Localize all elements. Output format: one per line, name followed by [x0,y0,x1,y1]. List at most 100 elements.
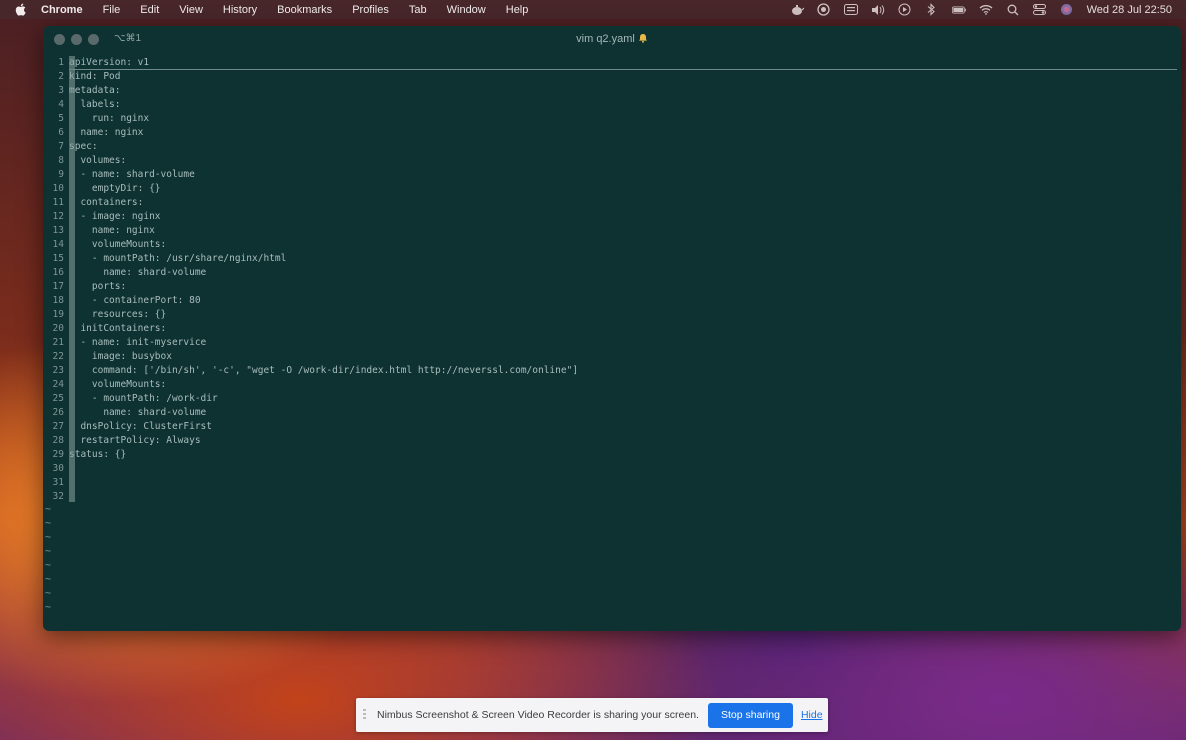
empty-line-markers: ~ ~ ~ ~ ~ ~ ~ ~ [45,503,51,615]
line-number: 8 [58,155,64,166]
line-text: - name: shard-volume [69,169,195,180]
window-titlebar[interactable]: ⌥⌘1 vim q2.yaml [43,26,1181,54]
menu-history[interactable]: History [223,4,257,16]
line-number: 16 [52,267,64,278]
editor-line[interactable]: 18 - containerPort: 80 [43,294,1181,308]
bluetooth-icon[interactable] [925,3,939,17]
menu-clock[interactable]: Wed 28 Jul 22:50 [1087,4,1172,16]
line-text: restartPolicy: Always [69,435,201,446]
menu-tab[interactable]: Tab [409,4,427,16]
editor-line[interactable]: 30 [43,462,1181,476]
editor-line[interactable]: 12 - image: nginx [43,210,1181,224]
editor-line[interactable]: 15 - mountPath: /usr/share/nginx/html [43,252,1181,266]
editor-line[interactable]: 21 - name: init-myservice [43,336,1181,350]
line-number: 23 [52,365,64,376]
editor-line[interactable]: 9 - name: shard-volume [43,168,1181,182]
editor-line[interactable]: 4 labels: [43,98,1181,112]
editor-line[interactable]: 28 restartPolicy: Always [43,434,1181,448]
editor-line[interactable]: 22 image: busybox [43,350,1181,364]
wifi-icon[interactable] [979,3,993,17]
editor-line[interactable]: 7 spec: [43,140,1181,154]
line-number: 10 [52,183,64,194]
line-text: volumes: [69,155,127,166]
screen-share-icon[interactable] [843,3,858,17]
search-icon[interactable] [1006,3,1020,17]
editor-line[interactable]: 3 metadata: [43,84,1181,98]
line-number: 31 [52,477,64,488]
volume-icon[interactable] [871,3,885,17]
editor-line[interactable]: 2 kind: Pod [43,70,1181,84]
line-text: - image: nginx [69,211,161,222]
line-number: 28 [52,435,64,446]
line-text: status: {} [69,449,127,460]
editor-line[interactable]: 13 name: nginx [43,224,1181,238]
teapot-icon[interactable] [790,3,804,17]
line-number: 27 [52,421,64,432]
editor-line[interactable]: 27 dnsPolicy: ClusterFirst [43,420,1181,434]
editor-line[interactable]: 1 apiVersion: v1 [43,56,1181,70]
editor-line[interactable]: 8 volumes: [43,154,1181,168]
bell-icon [638,34,647,43]
editor-line[interactable]: 19 resources: {} [43,308,1181,322]
drag-handle-icon[interactable] [363,709,369,721]
line-number: 5 [58,113,64,124]
recorder-icon[interactable] [817,3,831,17]
editor-line[interactable]: 32 [43,490,1181,504]
editor-line[interactable]: 6 name: nginx [43,126,1181,140]
line-number: 30 [52,463,64,474]
line-text: kind: Pod [69,71,121,82]
menu-profiles[interactable]: Profiles [352,4,389,16]
cursor-column [69,56,75,502]
menu-bookmarks[interactable]: Bookmarks [277,4,332,16]
apple-icon[interactable] [13,3,27,17]
line-text: - name: init-myservice [69,337,207,348]
vim-editor[interactable]: 1 apiVersion: v1 2 kind: Pod 3 metadata: 4 lab… [43,56,1181,504]
line-number: 13 [52,225,64,236]
play-icon[interactable] [898,3,912,17]
editor-line[interactable]: 16 name: shard-volume [43,266,1181,280]
editor-line[interactable]: 23 command: ['/bin/sh', '-c', "wget -O /… [43,364,1181,378]
editor-line[interactable]: 29 status: {} [43,448,1181,462]
editor-line[interactable]: 31 [43,476,1181,490]
editor-line[interactable]: 26 name: shard-volume [43,406,1181,420]
editor-line[interactable]: 14 volumeMounts: [43,238,1181,252]
menu-edit[interactable]: Edit [140,4,159,16]
editor-line[interactable]: 20 initContainers: [43,322,1181,336]
editor-line[interactable]: 5 run: nginx [43,112,1181,126]
line-text: - mountPath: /usr/share/nginx/html [69,253,287,264]
menu-help[interactable]: Help [506,4,529,16]
line-text: metadata: [69,85,121,96]
line-text: initContainers: [69,323,167,334]
line-text: name: nginx [69,225,155,236]
stop-sharing-button[interactable]: Stop sharing [707,702,793,728]
empty-line-tilde: ~ [45,560,52,571]
empty-line-tilde: ~ [45,588,52,599]
line-text: resources: {} [69,309,167,320]
editor-line[interactable]: 10 emptyDir: {} [43,182,1181,196]
menu-app-name[interactable]: Chrome [41,4,83,16]
status-area: Wed 28 Jul 22:50 [790,0,1172,19]
control-center-icon[interactable] [1033,3,1047,17]
battery-icon[interactable] [951,3,966,17]
menu-file[interactable]: File [103,4,121,16]
editor-line[interactable]: 25 - mountPath: /work-dir [43,392,1181,406]
siri-icon[interactable] [1060,3,1074,17]
editor-line[interactable]: 24 volumeMounts: [43,378,1181,392]
line-number: 17 [52,281,64,292]
line-text: command: ['/bin/sh', '-c', "wget -O /wor… [69,365,579,376]
line-text: ports: [69,281,127,292]
line-number: 20 [52,323,64,334]
line-number: 22 [52,351,64,362]
cursor-line [69,69,1177,70]
line-text: - containerPort: 80 [69,295,201,306]
line-number: 24 [52,379,64,390]
sharing-message: Nimbus Screenshot & Screen Video Recorde… [377,709,699,721]
menu-view[interactable]: View [179,4,203,16]
menu-window[interactable]: Window [447,4,486,16]
terminal-window: ⌥⌘1 vim q2.yaml 1 apiVersion: v1 2 kind: Po… [43,26,1181,631]
editor-line[interactable]: 17 ports: [43,280,1181,294]
hide-link[interactable]: Hide [801,709,823,721]
editor-line[interactable]: 11 containers: [43,196,1181,210]
line-number: 26 [52,407,64,418]
line-number: 32 [52,491,64,502]
